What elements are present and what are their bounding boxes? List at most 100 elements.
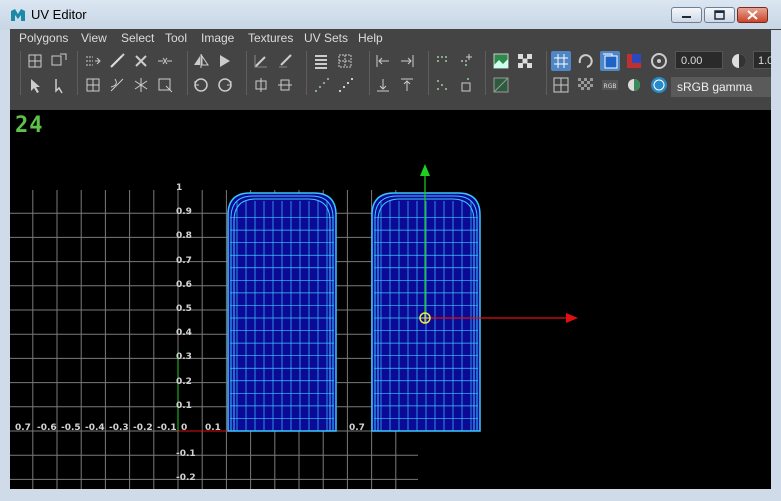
menu-view[interactable]: View (81, 31, 107, 45)
u-axis-label: -0.1 (157, 423, 177, 433)
uv-viewport[interactable]: 24 0.7 -0.6 -0.5 -0.4 -0.3 -0.2 -0.1 0 0.1 0.7 1 0.… (10, 110, 781, 489)
snowflake-icon[interactable] (131, 75, 151, 95)
dim-image-icon[interactable] (491, 75, 511, 95)
select-border-icon[interactable] (456, 75, 476, 95)
align-vertical-icon[interactable] (275, 75, 295, 95)
lasso-select-icon[interactable] (49, 75, 69, 95)
toolbar-separator (187, 51, 188, 95)
toolbar-separator (428, 51, 429, 95)
rotate-ccw-icon[interactable] (191, 75, 211, 95)
minimize-button[interactable] (671, 7, 702, 23)
toolbar-separator (546, 51, 547, 95)
normalize-icon[interactable] (311, 75, 331, 95)
shaded-uv-icon[interactable] (600, 51, 620, 71)
v-axis-label: 0.4 (176, 328, 192, 339)
window-title: UV Editor (31, 7, 87, 22)
straighten-icon[interactable] (335, 75, 355, 95)
v-axis-label: 0.1 (176, 400, 192, 411)
shrink-selection-icon[interactable] (432, 75, 452, 95)
u-axis-label: -0.4 (85, 423, 105, 433)
u-axis-label: 0 (181, 423, 188, 433)
menu-image[interactable]: Image (201, 31, 234, 45)
title-bar[interactable]: UV Editor (0, 0, 781, 30)
move-down-icon[interactable] (373, 75, 393, 95)
flip-u-icon[interactable] (191, 51, 211, 71)
menu-tool[interactable]: Tool (165, 31, 187, 45)
rotate-cw-icon[interactable] (215, 75, 235, 95)
select-tool-icon[interactable] (25, 75, 45, 95)
v-axis-label: 0.9 (176, 207, 192, 218)
u-axis-label: 0.1 (205, 423, 221, 433)
display-image-icon[interactable] (491, 51, 511, 71)
window-border-bottom (0, 489, 781, 501)
grow-selection-icon[interactable] (456, 51, 476, 71)
unfold-icon[interactable] (311, 51, 331, 71)
exposure-field[interactable]: 0.00 (675, 51, 723, 69)
delete-uv-icon[interactable] (131, 51, 151, 71)
grid-snap-icon[interactable] (551, 51, 571, 71)
maximize-button[interactable] (704, 7, 735, 23)
gamma-icon[interactable] (729, 51, 749, 71)
svg-text:RGB: RGB (604, 83, 617, 90)
align-max-icon[interactable] (275, 51, 295, 71)
v-axis-label: 0.6 (176, 279, 192, 290)
uv-shells[interactable] (227, 192, 481, 432)
exposure-icon[interactable] (649, 51, 669, 71)
align-horizontal-icon[interactable] (251, 75, 271, 95)
color-management-icon[interactable] (649, 75, 669, 95)
align-min-icon[interactable] (251, 51, 271, 71)
optimize-icon[interactable] (335, 51, 355, 71)
menu-polygons[interactable]: Polygons (19, 31, 68, 45)
u-axis-label: -0.5 (61, 423, 81, 433)
move-up-icon[interactable] (397, 75, 417, 95)
manipulator-u-arrow[interactable] (566, 313, 578, 323)
v-axis-label: 0.7 (176, 255, 192, 266)
distortion-icon[interactable] (624, 51, 644, 71)
v-axis-label: 0.8 (176, 231, 192, 242)
v-axis-label: -0.1 (176, 449, 196, 460)
cut-tool-icon[interactable] (107, 51, 127, 71)
uv-shell-grid-icon[interactable] (25, 51, 45, 71)
uv-grid (10, 190, 418, 489)
toolbar-separator (20, 51, 21, 95)
toolbar-separator (485, 51, 486, 95)
rgb-channels-icon[interactable]: RGB (600, 75, 620, 95)
editor-client-area: Polygons View Select Tool Image Textures… (10, 29, 781, 489)
manipulator-v-arrow[interactable] (420, 164, 430, 176)
v-axis-label: 0.3 (176, 352, 192, 363)
uv-toolbar: 0.00 1.0 RGB sRGB gamma (10, 47, 781, 101)
menu-textures[interactable]: Textures (248, 31, 293, 45)
v-axis-label: 1 (176, 183, 183, 193)
frame-number: 24 (15, 113, 44, 138)
checker-map-icon[interactable] (515, 51, 535, 71)
move-right-icon[interactable] (397, 51, 417, 71)
uv-shell-right[interactable] (371, 192, 481, 432)
uv-shell-left[interactable] (227, 192, 337, 432)
toolbar-separator (246, 51, 247, 95)
u-axis-label: -0.3 (109, 423, 129, 433)
uv-grid-icon[interactable] (551, 75, 571, 95)
select-shell-icon[interactable] (432, 51, 452, 71)
flip-v-icon[interactable] (215, 51, 235, 71)
u-axis-label: 0.7 (349, 423, 365, 433)
color-space-dropdown[interactable]: sRGB gamma (671, 77, 781, 97)
cut-uv-icon[interactable] (83, 51, 103, 71)
v-axis-label: 0.2 (176, 376, 192, 387)
close-button[interactable] (737, 7, 768, 23)
toolbar-separator (369, 51, 370, 95)
smudge-icon[interactable] (155, 75, 175, 95)
stitch-uv-icon[interactable] (155, 51, 175, 71)
menu-uv-sets[interactable]: UV Sets (304, 31, 348, 45)
pixel-snap-icon[interactable] (575, 75, 595, 95)
sew-tool-icon[interactable] (107, 75, 127, 95)
v-axis-label: -0.2 (176, 473, 196, 484)
create-uv-shell-icon[interactable] (83, 75, 103, 95)
maya-app-icon (11, 9, 25, 21)
move-left-icon[interactable] (373, 51, 393, 71)
rotate-icon[interactable] (575, 51, 595, 71)
u-axis-label: 0.7 (15, 423, 31, 433)
alpha-channel-icon[interactable] (624, 75, 644, 95)
menu-help[interactable]: Help (358, 31, 383, 45)
menu-select[interactable]: Select (121, 31, 154, 45)
uv-layout-icon[interactable] (49, 51, 69, 71)
